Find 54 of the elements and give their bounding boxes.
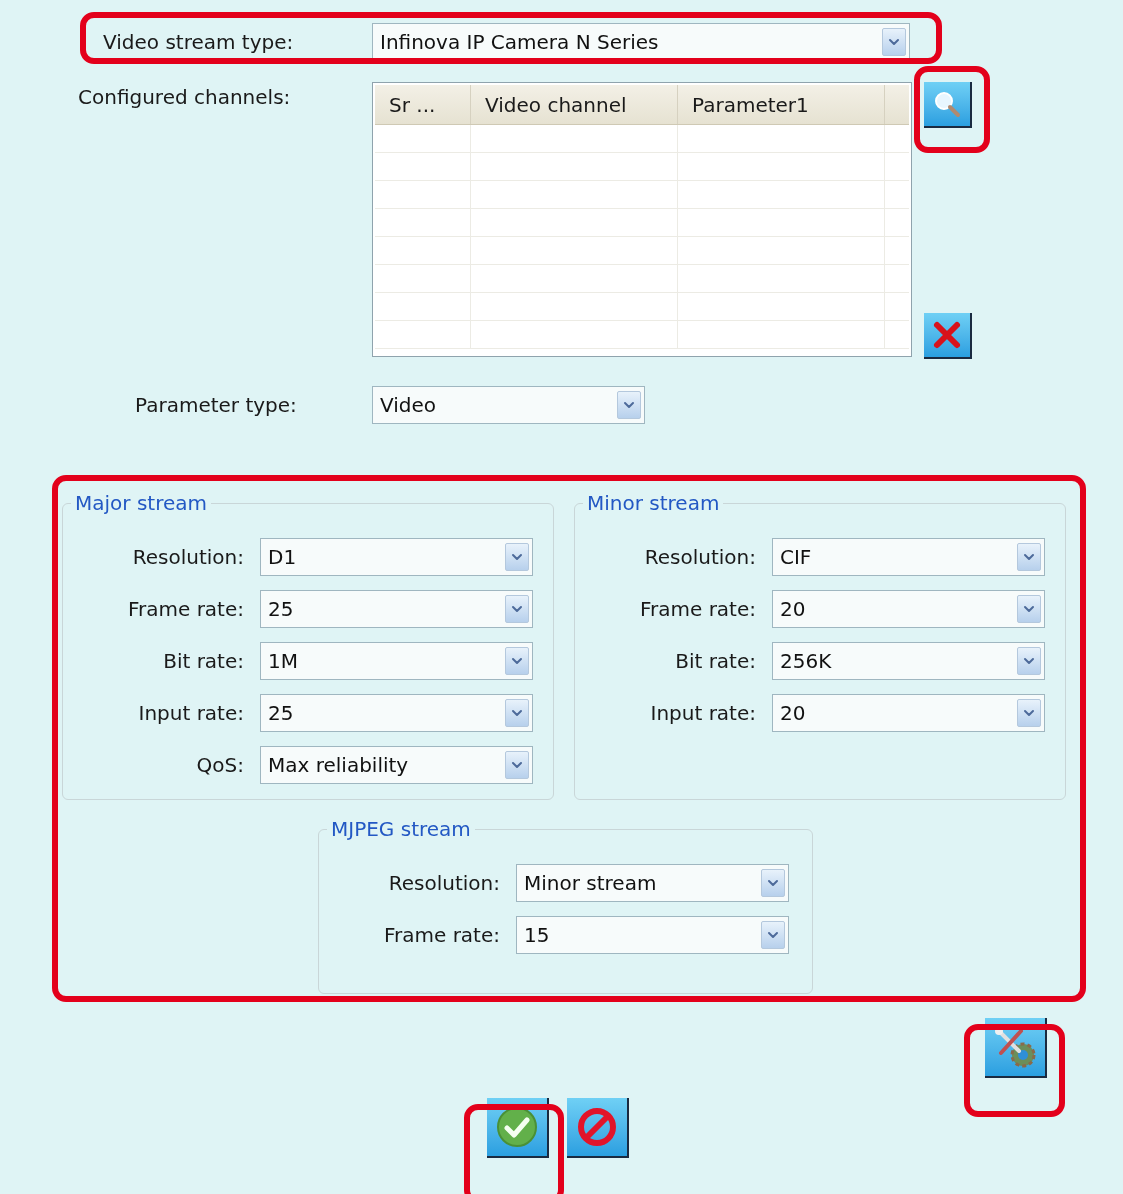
field-label: Resolution: bbox=[131, 544, 244, 571]
chevron-down-icon bbox=[505, 543, 529, 571]
group-title: MJPEG stream bbox=[330, 816, 472, 843]
chevron-down-icon bbox=[505, 751, 529, 779]
tools-button[interactable] bbox=[985, 1018, 1047, 1078]
chevron-down-icon bbox=[1017, 595, 1041, 623]
dropdown[interactable]: 20 bbox=[772, 694, 1045, 732]
dropdown[interactable]: 25 bbox=[260, 694, 533, 732]
chevron-down-icon bbox=[505, 699, 529, 727]
column-header[interactable]: Video channel bbox=[471, 85, 678, 124]
dropdown[interactable]: 256K bbox=[772, 642, 1045, 680]
dropdown[interactable]: Video bbox=[372, 386, 645, 424]
chevron-down-icon bbox=[882, 28, 906, 56]
dropdown[interactable]: D1 bbox=[260, 538, 533, 576]
group-title: Major stream bbox=[74, 490, 208, 517]
field-label: Video stream type: bbox=[102, 29, 295, 56]
chevron-down-icon bbox=[1017, 543, 1041, 571]
chevron-down-icon bbox=[761, 869, 785, 897]
field-label: Input rate: bbox=[137, 700, 244, 727]
group-title: Minor stream bbox=[586, 490, 721, 517]
search-button[interactable] bbox=[924, 82, 972, 128]
cancel-button[interactable] bbox=[567, 1098, 629, 1158]
field-label: Resolution: bbox=[387, 870, 500, 897]
dropdown[interactable]: Max reliability bbox=[260, 746, 533, 784]
field-label: Resolution: bbox=[643, 544, 756, 571]
chevron-down-icon bbox=[505, 595, 529, 623]
column-header[interactable]: Sr ... bbox=[375, 85, 471, 124]
chevron-down-icon bbox=[761, 921, 785, 949]
dropdown[interactable]: Minor stream bbox=[516, 864, 789, 902]
field-label: Configured channels: bbox=[77, 84, 292, 111]
no-entry-icon bbox=[576, 1106, 618, 1148]
column-header[interactable]: Parameter1 bbox=[678, 85, 885, 124]
dropdown[interactable]: 20 bbox=[772, 590, 1045, 628]
search-icon bbox=[932, 89, 962, 119]
close-icon bbox=[932, 320, 962, 350]
dropdown[interactable]: Infinova IP Camera N Series bbox=[372, 23, 910, 61]
dropdown[interactable]: 25 bbox=[260, 590, 533, 628]
field-label: Frame rate: bbox=[382, 922, 500, 949]
field-label: Frame rate: bbox=[126, 596, 244, 623]
ok-button[interactable] bbox=[487, 1098, 549, 1158]
chevron-down-icon bbox=[1017, 647, 1041, 675]
chevron-down-icon bbox=[617, 391, 641, 419]
field-label: Bit rate: bbox=[674, 648, 756, 675]
chevron-down-icon bbox=[1017, 699, 1041, 727]
field-label: QoS: bbox=[195, 752, 244, 779]
chevron-down-icon bbox=[505, 647, 529, 675]
dropdown[interactable]: 15 bbox=[516, 916, 789, 954]
field-label: Input rate: bbox=[649, 700, 756, 727]
field-label: Parameter type: bbox=[134, 392, 298, 419]
delete-button[interactable] bbox=[924, 313, 972, 359]
field-label: Bit rate: bbox=[162, 648, 244, 675]
dropdown[interactable]: 1M bbox=[260, 642, 533, 680]
field-label: Frame rate: bbox=[638, 596, 756, 623]
dropdown[interactable]: CIF bbox=[772, 538, 1045, 576]
